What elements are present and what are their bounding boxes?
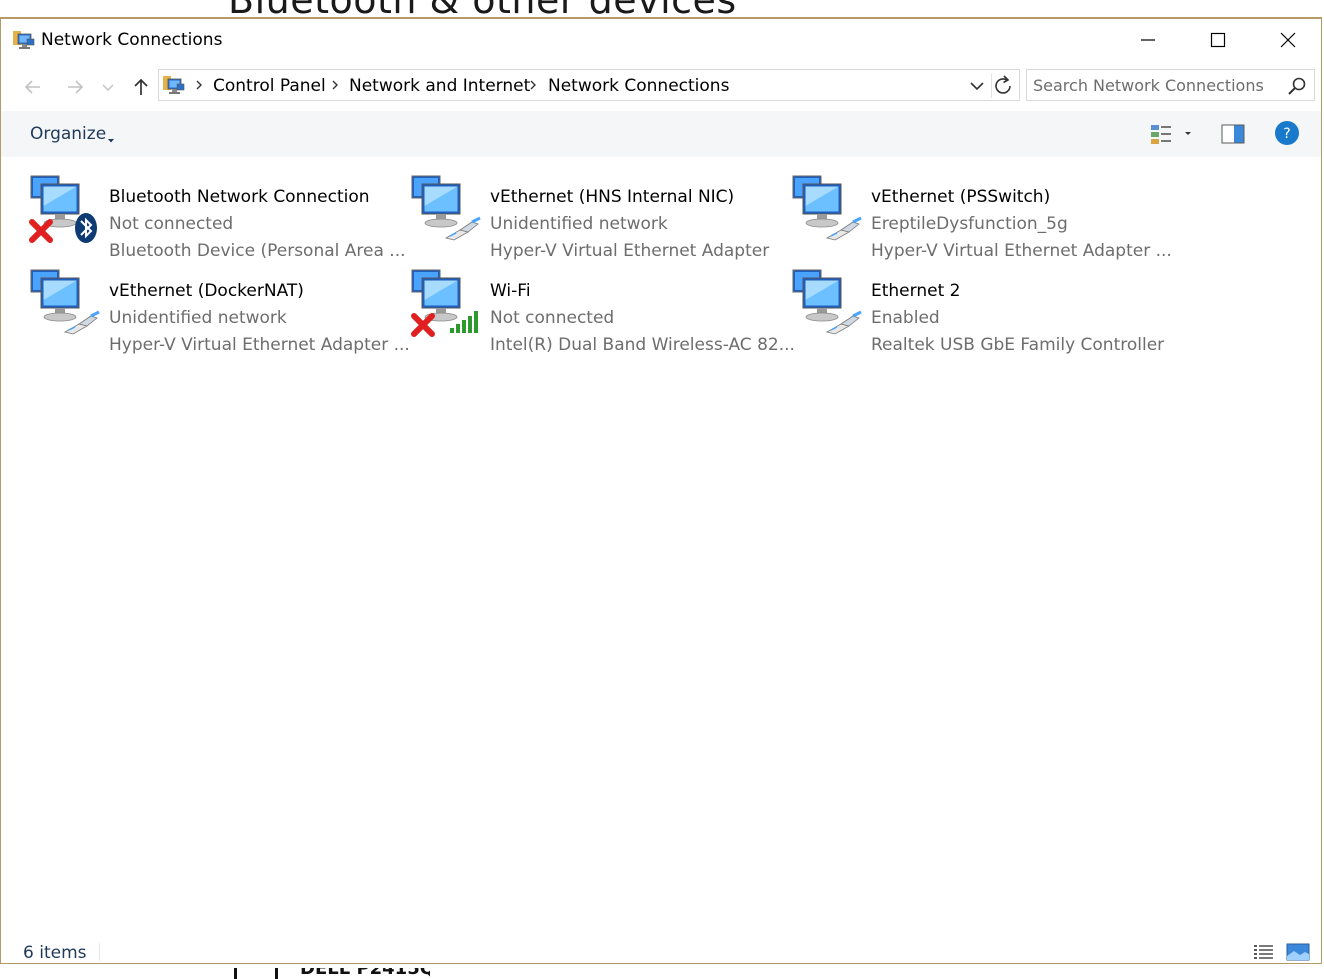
bluetooth-network-icon [29, 172, 109, 252]
chevron-down-icon [102, 84, 114, 91]
background-bottom-strip: DELL P2415Q [0, 964, 1324, 979]
chevron-down-icon [970, 82, 984, 91]
connection-status: EreptileDysfunction_5g [871, 214, 1068, 234]
ethernet-network-icon [410, 172, 490, 252]
up-button[interactable] [127, 73, 155, 101]
address-history-button[interactable] [967, 76, 987, 96]
item-count: 6 items [23, 943, 87, 963]
network-connections-window: Network Connections Control Panel Networ… [0, 17, 1322, 964]
connection-status: Enabled [871, 308, 940, 328]
connection-device: Hyper-V Virtual Ethernet Adapter ... [109, 335, 410, 355]
connection-device: Hyper-V Virtual Ethernet Adapter [490, 241, 770, 261]
background-divider [275, 968, 278, 979]
close-icon [1280, 32, 1296, 48]
forward-button[interactable] [61, 73, 89, 101]
maximize-button[interactable] [1183, 19, 1253, 61]
back-arrow-icon [24, 80, 40, 94]
connection-name: vEthernet (PSSwitch) [871, 187, 1051, 207]
organize-button[interactable]: Organize [30, 124, 106, 144]
address-bar[interactable]: Control Panel Network and Internet Netwo… [158, 69, 1020, 101]
details-view-button[interactable] [1253, 943, 1275, 961]
connection-item[interactable]: Wi-Fi Not connected Intel(R) Dual Band W… [410, 266, 795, 355]
window-title: Network Connections [41, 30, 223, 50]
breadcrumb-control-panel[interactable]: Control Panel [213, 76, 326, 96]
connection-name: Bluetooth Network Connection [109, 187, 370, 207]
chevron-right-icon[interactable] [329, 76, 341, 94]
back-button[interactable] [19, 73, 47, 101]
connections-list: Bluetooth Network Connection Not connect… [1, 159, 1321, 929]
network-connections-icon [13, 30, 35, 52]
tiles-view-button[interactable] [1286, 942, 1310, 962]
caret-down-icon[interactable] [107, 130, 115, 143]
up-arrow-icon [134, 78, 148, 95]
connection-status: Unidentified network [109, 308, 287, 328]
large-icons-view-icon [1286, 943, 1310, 961]
connection-device: Bluetooth Device (Personal Area ... [109, 241, 406, 261]
search-box[interactable] [1026, 69, 1315, 101]
connection-item[interactable]: vEthernet (DockerNAT) Unidentified netwo… [29, 266, 410, 355]
connection-device: Realtek USB GbE Family Controller [871, 335, 1165, 355]
connection-item[interactable]: vEthernet (PSSwitch) EreptileDysfunction… [791, 172, 1172, 261]
address-row: Control Panel Network and Internet Netwo… [1, 67, 1321, 107]
connection-name: vEthernet (HNS Internal NIC) [490, 187, 735, 207]
connection-item[interactable]: vEthernet (HNS Internal NIC) Unidentifie… [410, 172, 780, 261]
search-input[interactable] [1033, 73, 1283, 97]
close-button[interactable] [1253, 19, 1323, 61]
connection-device: Hyper-V Virtual Ethernet Adapter ... [871, 241, 1172, 261]
command-bar: Organize ? [1, 111, 1321, 157]
breadcrumb-network-connections[interactable]: Network Connections [548, 76, 729, 96]
change-view-button[interactable] [1147, 121, 1197, 147]
recent-locations-button[interactable] [97, 73, 119, 101]
status-divider [99, 943, 100, 961]
connection-name: Wi-Fi [490, 281, 531, 301]
connection-item[interactable]: Bluetooth Network Connection Not connect… [29, 172, 406, 261]
connection-status: Not connected [109, 214, 234, 234]
connection-status: Unidentified network [490, 214, 668, 234]
background-clipped-text: DELL P2415Q [300, 968, 430, 979]
chevron-right-icon[interactable] [193, 76, 205, 94]
wifi-network-icon [410, 266, 490, 346]
connection-status: Not connected [490, 308, 615, 328]
ethernet-network-icon [791, 172, 871, 252]
refresh-icon [995, 75, 1011, 94]
svg-text:?: ? [1283, 126, 1290, 142]
network-connections-icon [163, 75, 185, 97]
chevron-right-icon[interactable] [527, 76, 539, 94]
preview-pane-button[interactable] [1217, 121, 1249, 147]
connection-item[interactable]: Ethernet 2 Enabled Realtek USB GbE Famil… [791, 266, 1165, 355]
background-divider [234, 968, 237, 979]
minimize-button[interactable] [1113, 19, 1183, 61]
minimize-icon [1141, 39, 1155, 41]
maximize-icon [1210, 32, 1226, 48]
connection-device: Intel(R) Dual Band Wireless-AC 82... [490, 335, 795, 355]
view-options-icon [1151, 125, 1191, 144]
help-button[interactable]: ? [1274, 120, 1300, 146]
details-view-icon [1254, 945, 1273, 959]
title-bar[interactable]: Network Connections [1, 19, 1321, 63]
ethernet-network-icon [791, 266, 871, 346]
search-icon[interactable] [1287, 76, 1307, 96]
breadcrumb-network-and-internet[interactable]: Network and Internet [349, 76, 530, 96]
refresh-button[interactable] [991, 74, 1018, 98]
status-bar: 6 items [1, 937, 1321, 964]
forward-arrow-icon [68, 80, 84, 94]
ethernet-network-icon [29, 266, 109, 346]
help-icon: ? [1275, 121, 1299, 145]
connection-name: vEthernet (DockerNAT) [109, 281, 304, 301]
connection-name: Ethernet 2 [871, 281, 961, 301]
preview-pane-icon [1221, 124, 1245, 144]
